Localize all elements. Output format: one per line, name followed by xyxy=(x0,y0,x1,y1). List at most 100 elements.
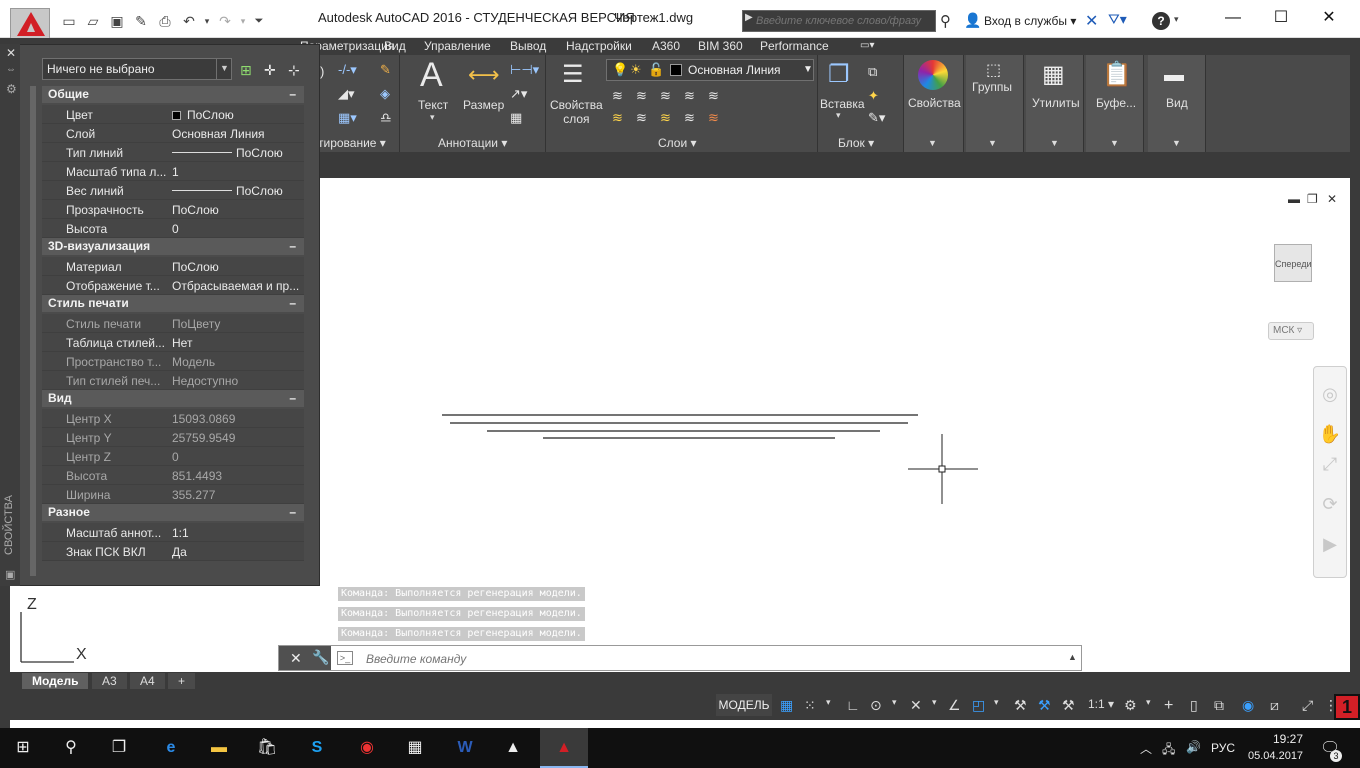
tab-layout-a4[interactable]: A4 xyxy=(130,673,165,689)
open-file-icon[interactable]: ▱ xyxy=(84,12,102,30)
viewport-restore-icon[interactable]: ❐ xyxy=(1307,192,1318,206)
grid-array-icon[interactable]: ▦▾ xyxy=(338,110,357,126)
groups-dropdown-icon[interactable]: ▼ xyxy=(988,138,997,148)
property-row[interactable]: Стиль печати ПоЦвету xyxy=(42,314,304,333)
maximize-button[interactable]: ☐ xyxy=(1258,6,1304,30)
dimension-icon[interactable]: ⟷ xyxy=(468,62,500,88)
property-row[interactable]: Материал ПоСлою xyxy=(42,257,304,276)
property-row[interactable]: Высота 0 xyxy=(42,219,304,238)
section-header[interactable]: Стиль печати – xyxy=(42,295,304,312)
annotation-scale-icon[interactable]: ⚒ xyxy=(1062,697,1075,714)
property-value[interactable]: Отбрасываемая и пр... xyxy=(172,279,302,293)
property-value[interactable]: 0 xyxy=(172,222,302,236)
file-explorer-icon[interactable]: ▬ xyxy=(206,736,232,760)
section-header[interactable]: Разное – xyxy=(42,504,304,521)
property-value[interactable]: 15093.0869 xyxy=(172,412,302,426)
command-history-toggle-icon[interactable]: ▲ xyxy=(1068,652,1077,662)
layer-tool-7-icon[interactable]: ≋ xyxy=(636,110,647,126)
brush-icon[interactable]: ✎ xyxy=(380,62,391,78)
polar-icon[interactable]: ⊙ xyxy=(870,697,882,714)
photos-icon[interactable]: ▲ xyxy=(500,736,526,760)
layer-tool-9-icon[interactable]: ≋ xyxy=(684,110,695,126)
command-recent-icon[interactable]: >_ xyxy=(337,651,353,665)
quick-properties-icon[interactable]: ⧉ xyxy=(1214,697,1224,714)
redo-icon[interactable]: ↷ xyxy=(216,12,234,30)
search-expand-icon[interactable]: ▶ xyxy=(745,12,753,23)
ucs-menu[interactable]: МСК ▿ xyxy=(1268,322,1314,340)
property-row[interactable]: Знак ПСК ВКЛ Да xyxy=(42,542,304,561)
leader-icon[interactable]: ↗▾ xyxy=(510,86,527,102)
text-dropdown-icon[interactable]: ▾ xyxy=(430,112,435,123)
layer-dropdown-arrow-icon[interactable]: ▼ xyxy=(803,64,813,75)
clock-time[interactable]: 19:27 xyxy=(1258,732,1318,746)
property-value[interactable]: ПоСлою xyxy=(172,184,302,198)
tab-model[interactable]: Модель xyxy=(22,673,89,689)
lock-ui-icon[interactable]: ◉ xyxy=(1242,697,1254,714)
qat-customize-icon[interactable]: ⏷ xyxy=(250,12,268,30)
ortho-icon[interactable]: ∟ xyxy=(846,697,860,713)
tab-bim360[interactable]: BIM 360 xyxy=(698,38,743,54)
property-value[interactable]: 1:1 xyxy=(172,526,302,540)
isodraft-icon[interactable]: ✕ xyxy=(910,697,922,714)
layer-tool-1-icon[interactable]: ≋ xyxy=(612,88,623,104)
layer-tool-2-icon[interactable]: ≋ xyxy=(636,88,647,104)
tab-output[interactable]: Вывод xyxy=(510,38,546,54)
viewcube[interactable]: Спереди xyxy=(1274,244,1312,282)
zoom-icon[interactable]: ⤢ xyxy=(1318,454,1342,475)
property-value[interactable]: ПоСлою xyxy=(172,260,302,274)
property-row[interactable]: Тип стилей печ... Недоступно xyxy=(42,371,304,390)
insert-block-icon[interactable]: ❐ xyxy=(828,60,850,89)
calculator-app-icon[interactable]: ▦ xyxy=(402,736,428,760)
taskbar-search-icon[interactable]: ⚲ xyxy=(58,736,84,760)
object-snap-icon[interactable]: ◰ xyxy=(972,697,985,714)
tray-chevron-icon[interactable]: ︿ xyxy=(1140,740,1152,757)
workspace-gear-icon[interactable]: ⚙ xyxy=(1124,697,1137,714)
network-icon[interactable]: 🖧 xyxy=(1162,740,1175,761)
insert-dropdown-icon[interactable]: ▾ xyxy=(836,110,841,121)
view-dropdown-icon[interactable]: ▼ xyxy=(1172,138,1181,148)
layer-tool-6-icon[interactable]: ≋ xyxy=(612,110,623,126)
application-menu-button[interactable] xyxy=(10,8,50,40)
property-row[interactable]: Таблица стилей... Нет xyxy=(42,333,304,352)
viewport-close-icon[interactable]: ✕ xyxy=(1327,192,1337,206)
section-header[interactable]: Вид – xyxy=(42,390,304,407)
modify-panel-label[interactable]: тирование ▾ xyxy=(318,136,386,150)
property-value[interactable]: ПоЦвету xyxy=(172,317,302,331)
binoculars-icon[interactable]: ⚲ xyxy=(940,12,951,30)
store-icon[interactable]: 🛍 xyxy=(254,736,280,760)
section-header[interactable]: Общие – xyxy=(42,86,304,103)
help-icon[interactable]: ? xyxy=(1152,12,1170,30)
block-panel-label[interactable]: Блок ▾ xyxy=(838,136,874,150)
insert-button[interactable]: Вставка xyxy=(820,97,865,111)
task-view-icon[interactable]: ❐ xyxy=(106,736,132,760)
object-snap-tracking-icon[interactable]: ∠ xyxy=(948,697,961,714)
collapse-icon[interactable]: – xyxy=(289,238,296,255)
snap-dropdown-icon[interactable]: ▾ xyxy=(826,697,831,708)
text-icon[interactable]: A xyxy=(420,56,443,95)
layer-tool-4-icon[interactable]: ≋ xyxy=(684,88,695,104)
palette-close-icon[interactable]: ✕ xyxy=(6,46,16,60)
undo-dropdown-icon[interactable]: ▾ xyxy=(198,12,216,30)
property-row[interactable]: Масштаб аннот... 1:1 xyxy=(42,523,304,542)
save-as-icon[interactable]: ✎ xyxy=(132,12,150,30)
chrome-icon[interactable]: ◉ xyxy=(354,736,380,760)
command-close-icon[interactable]: ✕ xyxy=(290,650,302,667)
layer-tool-8-icon[interactable]: ≋ xyxy=(660,110,671,126)
property-value[interactable]: 851.4493 xyxy=(172,469,302,483)
user-icon[interactable]: 👤 xyxy=(964,12,981,29)
word-icon[interactable]: W xyxy=(452,736,478,760)
selection-dropdown[interactable]: Ничего не выбрано xyxy=(42,58,232,80)
property-value[interactable]: Модель xyxy=(172,355,302,369)
properties-dropdown-icon[interactable]: ▼ xyxy=(928,138,937,148)
palette-settings-icon[interactable]: ⚙ xyxy=(6,82,17,96)
text-button[interactable]: Текст xyxy=(418,98,448,112)
property-value[interactable]: 355.277 xyxy=(172,488,302,502)
exchange-apps-icon[interactable]: ✕ xyxy=(1085,11,1098,31)
array-icon[interactable]: ◈ xyxy=(380,86,390,102)
tab-performance[interactable]: Performance xyxy=(760,38,829,54)
ribbon-minimize-icon[interactable]: ▭▾ xyxy=(860,38,874,54)
property-value[interactable]: ПоСлою xyxy=(172,108,302,122)
layer-tool-10-icon[interactable]: ≋ xyxy=(708,110,719,126)
toggle-pickadd-icon[interactable]: ⊞ xyxy=(240,62,252,79)
workspace-dropdown-icon[interactable]: ▾ xyxy=(1146,697,1151,708)
